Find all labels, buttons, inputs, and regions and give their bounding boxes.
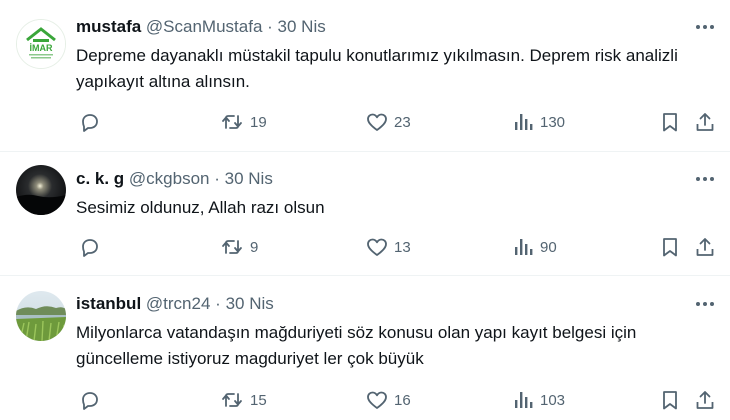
avatar[interactable] [16,165,66,215]
share-icon [696,238,714,256]
views-count: 90 [540,238,557,256]
tweet-header: c. k. g @ckgbson · 30 Nis [76,168,674,190]
like-count: 23 [394,113,411,131]
separator: · [215,294,221,313]
timestamp[interactable]: 30 Nis [278,17,326,36]
username[interactable]: @trcn24 [146,294,211,313]
timeline: İMAR mustafa @ScanMustafa · 30 Nis Depre… [0,0,730,420]
retweet-count: 9 [250,238,259,256]
tweet[interactable]: istanbul @trcn24 · 30 Nis Milyonlarca va… [0,276,730,420]
heart-icon [367,391,387,409]
tweet-header: istanbul @trcn24 · 30 Nis [76,293,674,315]
views-button[interactable]: 90 [512,233,557,261]
bookmark-button[interactable] [659,386,681,414]
share-icon [696,391,714,409]
share-icon [696,113,714,131]
tweet-text: Sesimiz oldunuz, Allah razı olsun [76,198,325,217]
more-icon[interactable] [694,168,716,190]
views-icon [515,114,533,130]
bookmark-icon [663,238,677,257]
imar-logo-icon: İMAR [17,20,65,68]
tweet-text: Depreme dayanaklı müstakil tapulu konutl… [76,46,678,91]
avatar[interactable] [16,291,66,341]
retweet-button[interactable]: 9 [220,233,258,261]
views-count: 103 [540,391,566,409]
retweet-button[interactable]: 15 [220,386,267,414]
tweet[interactable]: c. k. g @ckgbson · 30 Nis Sesimiz oldunu… [0,152,730,276]
username[interactable]: @ckgbson [129,169,210,188]
tweet-actions: 9 13 90 [76,233,720,261]
heart-icon [367,238,387,256]
share-button[interactable] [694,233,716,261]
like-button[interactable]: 23 [366,108,411,136]
avatar-photo [16,165,66,215]
views-button[interactable]: 103 [512,386,565,414]
views-button[interactable]: 130 [512,108,565,136]
avatar[interactable]: İMAR [16,19,66,69]
timestamp[interactable]: 30 Nis [226,294,274,313]
timestamp[interactable]: 30 Nis [225,169,273,188]
share-button[interactable] [694,386,716,414]
tweet-text: Milyonlarca vatandaşın mağduriyeti söz k… [76,323,637,368]
more-icon[interactable] [694,293,716,315]
reply-icon [82,392,98,410]
separator: · [267,17,273,36]
display-name[interactable]: istanbul [76,294,141,313]
tweet-actions: 15 16 103 [76,386,720,414]
reply-button[interactable] [78,108,106,136]
retweet-count: 19 [250,113,267,131]
bookmark-icon [663,391,677,410]
tweet-actions: 19 23 130 [76,108,720,136]
like-button[interactable]: 13 [366,233,411,261]
like-button[interactable]: 16 [366,386,411,414]
views-icon [515,239,533,255]
bookmark-icon [663,113,677,132]
like-count: 13 [394,238,411,256]
reply-icon [82,114,98,132]
retweet-icon [222,115,242,129]
avatar-photo [16,291,66,341]
heart-icon [367,113,387,131]
retweet-icon [222,393,242,407]
display-name[interactable]: c. k. g [76,169,124,188]
like-count: 16 [394,391,411,409]
logo-text: İMAR [30,43,53,53]
tweet-header: mustafa @ScanMustafa · 30 Nis [76,16,674,38]
bookmark-button[interactable] [659,108,681,136]
reply-button[interactable] [78,233,106,261]
retweet-count: 15 [250,391,267,409]
bookmark-button[interactable] [659,233,681,261]
reply-button[interactable] [78,386,106,414]
views-icon [515,392,533,408]
retweet-icon [222,240,242,254]
more-icon[interactable] [694,16,716,38]
reply-icon [82,239,98,257]
username[interactable]: @ScanMustafa [146,17,262,36]
share-button[interactable] [694,108,716,136]
tweet[interactable]: İMAR mustafa @ScanMustafa · 30 Nis Depre… [0,0,730,152]
views-count: 130 [540,113,566,131]
separator: · [214,169,220,188]
retweet-button[interactable]: 19 [220,108,267,136]
display-name[interactable]: mustafa [76,17,141,36]
